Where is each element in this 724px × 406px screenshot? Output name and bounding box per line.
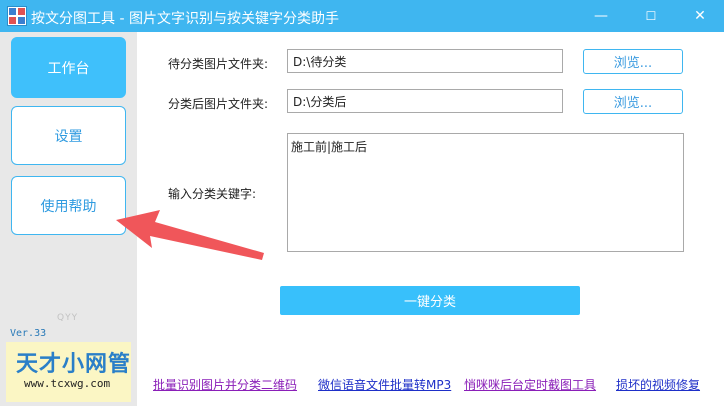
title-bar: 按文分图工具 - 图片文字识别与按关键字分类助手 — ☐ ✕: [0, 0, 724, 32]
browse-source-button[interactable]: 浏览...: [583, 49, 683, 74]
keyword-label: 输入分类关键字:: [168, 187, 257, 201]
author-watermark: QYY: [57, 313, 79, 323]
source-folder-label: 待分类图片文件夹:: [168, 57, 269, 71]
brand-logo: 天才小网管 www.tcxwg.com: [6, 342, 131, 402]
target-folder-input[interactable]: D:\分类后: [287, 89, 563, 113]
footer-link-timed-screenshot[interactable]: 悄咪咪后台定时截图工具: [464, 376, 596, 393]
close-button[interactable]: ✕: [677, 0, 723, 32]
version-label: Ver.33: [10, 328, 47, 339]
brand-url: www.tcxwg.com: [24, 377, 111, 390]
browse-target-button[interactable]: 浏览...: [583, 89, 683, 114]
one-click-classify-button[interactable]: 一键分类: [280, 286, 580, 315]
footer-link-video-repair[interactable]: 损坏的视频修复: [616, 376, 700, 393]
footer-link-voice-to-mp3[interactable]: 微信语音文件批量转MP3: [318, 376, 451, 393]
red-arrow-shape: [116, 210, 264, 260]
minimize-button[interactable]: —: [578, 0, 624, 32]
window-title: 按文分图工具 - 图片文字识别与按关键字分类助手: [31, 11, 339, 27]
sidebar-item-settings[interactable]: 设置: [11, 106, 126, 165]
app-logo-icon: [7, 6, 27, 26]
keyword-textarea[interactable]: 施工前|施工后: [287, 133, 684, 252]
sidebar-item-help[interactable]: 使用帮助: [11, 176, 126, 235]
footer-link-qrcode-classify[interactable]: 批量识别图片并分类二维码: [153, 376, 297, 393]
source-folder-input[interactable]: D:\待分类: [287, 49, 563, 73]
target-folder-label: 分类后图片文件夹:: [168, 97, 269, 111]
sidebar-item-workbench[interactable]: 工作台: [11, 37, 126, 98]
maximize-button[interactable]: ☐: [628, 0, 674, 32]
brand-name: 天才小网管: [16, 352, 132, 377]
